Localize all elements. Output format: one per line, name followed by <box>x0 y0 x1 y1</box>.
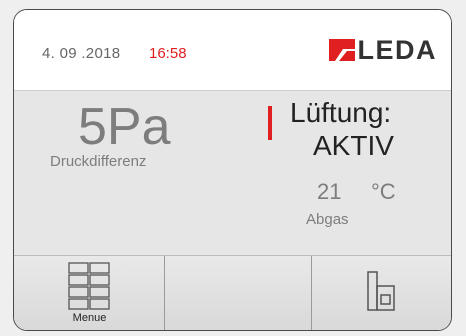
time-display: 16:58 <box>149 45 187 62</box>
empty-button[interactable] <box>165 256 312 330</box>
leda-flag-icon <box>328 39 355 61</box>
brand-name: LEDA <box>357 35 437 65</box>
menu-button[interactable]: Menue <box>14 256 165 330</box>
ventilation-status-indicator <box>268 106 272 140</box>
brand-logo: LEDA <box>328 35 438 65</box>
menu-button-label: Menue <box>72 312 107 324</box>
pressure-label: Druckdifferenz <box>50 153 147 170</box>
boiler-icon <box>367 271 395 311</box>
temperature-label: Abgas <box>306 211 349 228</box>
boiler-button[interactable] <box>312 256 451 330</box>
ventilation-status: AKTIV <box>313 130 394 161</box>
status-panel: 5Pa Druckdifferenz Lüftung: AKTIV 21 °C … <box>14 90 451 256</box>
ventilation-label: Lüftung: <box>290 97 392 128</box>
temperature-value: 21 <box>317 179 342 204</box>
grid-menu-icon <box>68 262 110 310</box>
button-bar: Menue <box>14 255 451 330</box>
header-bar: 4. 09 .2018 16:58 LEDA <box>14 10 451 90</box>
date-display: 4. 09 .2018 <box>42 45 121 62</box>
temperature-unit: °C <box>371 179 396 204</box>
device-screen: 4. 09 .2018 16:58 LEDA 5Pa Druckdifferen… <box>13 9 452 331</box>
pressure-value: 5Pa <box>78 98 171 156</box>
